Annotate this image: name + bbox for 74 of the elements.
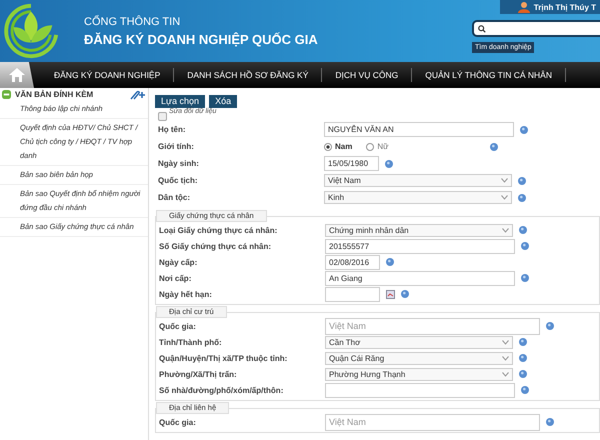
caret-icon: [502, 356, 509, 360]
help-icon[interactable]: [518, 176, 526, 184]
radio-option[interactable]: Nam: [324, 142, 352, 151]
text-field[interactable]: Việt Nam: [325, 414, 540, 430]
attach-add-icon[interactable]: [130, 90, 146, 100]
user-badge[interactable]: Trịnh Thị Thúy T: [500, 0, 600, 14]
search-field[interactable]: [474, 22, 600, 35]
text-field[interactable]: An Giang: [325, 270, 515, 286]
field-label: Quốc gia:: [158, 418, 197, 426]
action-button[interactable]: Xóa: [209, 95, 238, 108]
help-icon[interactable]: [521, 242, 529, 250]
help-icon[interactable]: [401, 290, 409, 298]
help-icon[interactable]: [519, 354, 527, 362]
home-icon: [8, 67, 26, 83]
user-avatar-icon: [518, 1, 530, 13]
field-label: Quốc gia:: [158, 322, 197, 330]
field-label: Giới tính:: [157, 142, 195, 151]
caret-icon: [501, 195, 508, 200]
help-icon[interactable]: [519, 370, 527, 378]
search-icon: [478, 24, 486, 32]
help-icon[interactable]: [386, 258, 394, 266]
collapse-icon[interactable]: [2, 90, 11, 99]
dropdown[interactable]: Chứng minh nhân dân: [325, 224, 513, 236]
caret-icon: [502, 372, 509, 376]
help-icon[interactable]: [518, 194, 526, 202]
radio-option[interactable]: Nữ: [366, 142, 388, 151]
field-label: Số nhà/đường/phố/xóm/ấp/thôn:: [158, 386, 284, 394]
leaf-logo-icon: [2, 2, 60, 60]
dropdown[interactable]: Quận Cái Răng: [325, 352, 513, 364]
help-icon[interactable]: [519, 338, 527, 346]
field-label: Số Giấy chứng thực cá nhân:: [158, 242, 272, 250]
field-label: Nơi cấp:: [158, 274, 192, 282]
help-icon[interactable]: [521, 386, 529, 394]
field-label: Ngày cấp:: [158, 258, 198, 266]
portal-title: ĐĂNG KÝ DOANH NGHIỆP QUỐC GIA: [84, 32, 318, 46]
edit-checkbox[interactable]: [158, 112, 167, 121]
text-field[interactable]: 201555577: [325, 238, 515, 254]
dropdown[interactable]: Kinh: [324, 191, 512, 204]
sidebar-title: VĂN BẢN ĐÍNH KÈM: [15, 90, 94, 99]
dropdown[interactable]: Cần Thơ: [325, 336, 513, 348]
field-label: Phường/Xã/Thị trấn:: [158, 370, 238, 378]
menu-item[interactable]: DỊCH VỤ CÔNG: [322, 68, 412, 82]
menu-item[interactable]: DANH SÁCH HỒ SƠ ĐĂNG KÝ: [174, 68, 322, 82]
menu-item[interactable]: ĐĂNG KÝ DOANH NGHIỆP: [34, 68, 174, 82]
field-label: Dân tộc:: [157, 193, 191, 202]
field-label: Ngày hết hạn:: [158, 290, 213, 298]
help-icon[interactable]: [490, 142, 498, 150]
help-icon[interactable]: [546, 418, 554, 426]
date-field[interactable]: 15/05/1980: [324, 156, 379, 171]
portal-subtitle: CỔNG THÔNG TIN: [84, 16, 182, 28]
date-field[interactable]: [325, 286, 380, 302]
caret-icon: [501, 178, 508, 183]
field-label: Loại Giấy chứng thực cá nhân:: [158, 226, 278, 234]
help-icon[interactable]: [546, 322, 554, 330]
help-icon[interactable]: [385, 160, 393, 168]
menu-item[interactable]: QUẢN LÝ THÔNG TIN CÁ NHÂN: [412, 68, 566, 82]
field-label: Quận/Huyện/Thị xã/TP thuộc tỉnh:: [158, 354, 288, 362]
text-field[interactable]: [325, 382, 515, 398]
home-tab[interactable]: [0, 62, 34, 88]
field-label: Họ tên:: [157, 125, 187, 134]
caret-icon: [502, 228, 509, 232]
action-button[interactable]: Lựa chọn: [155, 95, 206, 108]
field-label: Tỉnh/Thành phố:: [158, 338, 223, 346]
text-field[interactable]: NGUYỄN VĂN AN: [324, 122, 514, 137]
help-icon[interactable]: [520, 126, 528, 134]
dropdown[interactable]: Phường Hưng Thạnh: [325, 368, 513, 380]
help-icon[interactable]: [519, 226, 527, 234]
field-label: Ngày sinh:: [157, 159, 200, 168]
help-icon[interactable]: [521, 274, 529, 282]
date-field[interactable]: 02/08/2016: [325, 254, 380, 270]
caret-icon: [502, 340, 509, 344]
dropdown[interactable]: Việt Nam: [324, 174, 512, 187]
field-label: Quốc tịch:: [157, 176, 199, 185]
text-field[interactable]: Việt Nam: [325, 318, 540, 334]
